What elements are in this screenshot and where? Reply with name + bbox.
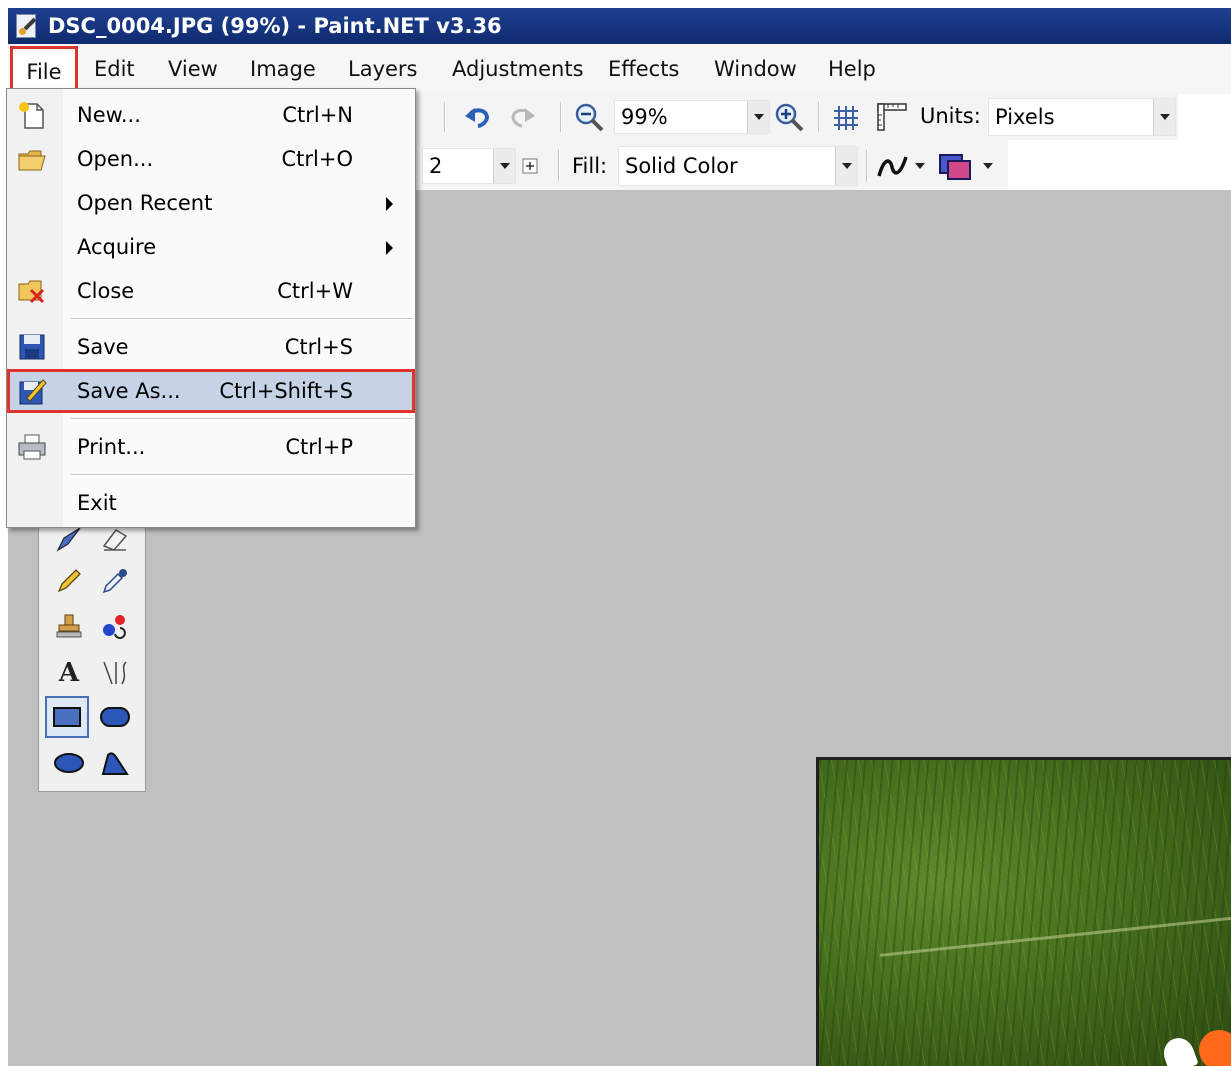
eraser-icon — [102, 529, 128, 551]
chevron-down-icon[interactable] — [747, 101, 769, 133]
ellipse-tool[interactable] — [47, 742, 91, 784]
menu-item-close[interactable]: Close Ctrl+W — [7, 269, 415, 313]
undo-icon[interactable] — [464, 104, 492, 130]
menu-image[interactable]: Image — [250, 56, 316, 82]
zoom-out-icon[interactable] — [574, 102, 606, 132]
tools-window: A — [38, 515, 146, 792]
grid-icon[interactable] — [832, 104, 860, 132]
file-menu-dropdown: New... Ctrl+N Open... Ctrl+O Open Recent… — [6, 88, 416, 528]
open-folder-icon — [18, 150, 46, 171]
recolor-tool[interactable] — [93, 606, 137, 648]
text-tool[interactable]: A — [47, 652, 91, 694]
ruler-icon[interactable] — [876, 102, 908, 132]
menu-effects[interactable]: Effects — [608, 56, 679, 82]
menu-item-save-as[interactable]: Save As... Ctrl+Shift+S — [7, 369, 415, 413]
menu-item-open[interactable]: Open... Ctrl+O — [7, 137, 415, 181]
units-combo[interactable]: Pixels — [988, 98, 1176, 136]
line-curve-tool[interactable] — [93, 652, 137, 694]
menu-item-open-recent[interactable]: Open Recent — [7, 181, 415, 225]
color-picker-tool[interactable] — [93, 560, 137, 602]
rectangle-icon — [53, 707, 81, 727]
chevron-down-icon[interactable] — [914, 162, 926, 170]
menu-item-exit[interactable]: Exit — [7, 481, 415, 525]
menu-separator — [71, 474, 413, 476]
title-bar: DSC_0004.JPG (99%) - Paint.NET v3.36 — [8, 8, 1231, 44]
toolbar-separator — [558, 150, 560, 182]
fill-combo[interactable]: Solid Color — [618, 146, 858, 186]
recolor-icon — [103, 615, 126, 639]
window-title: DSC_0004.JPG (99%) - Paint.NET v3.36 — [48, 14, 502, 38]
menu-separator — [71, 318, 413, 320]
menu-window[interactable]: Window — [714, 56, 797, 82]
menu-separator — [71, 418, 413, 420]
new-document-icon — [19, 102, 44, 129]
image-canvas[interactable] — [816, 757, 1231, 1066]
menu-item-print[interactable]: Print... Ctrl+P — [7, 425, 415, 469]
chevron-down-icon[interactable] — [835, 147, 857, 185]
clone-stamp-icon — [56, 614, 82, 638]
chevron-down-icon[interactable] — [1153, 99, 1175, 135]
ellipse-icon — [54, 753, 84, 773]
zoom-combo[interactable]: 99% — [614, 100, 770, 134]
brush-width-combo[interactable]: 2 — [422, 148, 516, 184]
printer-icon — [18, 434, 46, 460]
menu-bar: File Edit View Image Layers Adjustments … — [8, 44, 1231, 94]
menu-adjustments[interactable]: Adjustments — [452, 56, 584, 82]
menu-item-acquire[interactable]: Acquire — [7, 225, 415, 269]
shape-draw-type-icon[interactable] — [876, 152, 910, 182]
submenu-arrow-icon — [386, 241, 393, 255]
pencil-icon — [57, 569, 81, 593]
menu-item-new[interactable]: New... Ctrl+N — [7, 93, 415, 137]
eyedropper-icon — [102, 569, 127, 594]
units-value: Pixels — [995, 105, 1055, 129]
clone-stamp-tool[interactable] — [47, 606, 91, 648]
rounded-rectangle-tool[interactable] — [93, 696, 137, 738]
paintbrush-icon — [56, 527, 81, 552]
text-tool-icon: A — [58, 658, 80, 688]
save-as-icon — [19, 379, 47, 405]
toolbar-separator — [818, 102, 820, 132]
menu-help[interactable]: Help — [828, 56, 876, 82]
freeform-shape-tool[interactable] — [93, 742, 137, 784]
menu-item-save[interactable]: Save Ctrl+S — [7, 325, 415, 369]
rectangle-tool[interactable] — [45, 696, 89, 738]
menu-layers[interactable]: Layers — [348, 56, 418, 82]
menu-view[interactable]: View — [168, 56, 218, 82]
toolbar-separator — [866, 150, 868, 182]
zoom-value: 99% — [621, 105, 668, 129]
menu-file[interactable]: File — [10, 46, 78, 92]
submenu-arrow-icon — [386, 197, 393, 211]
rounded-rectangle-icon — [100, 707, 130, 727]
zoom-in-icon[interactable] — [774, 102, 806, 132]
close-folder-icon — [18, 280, 45, 304]
paint-net-app-icon — [14, 13, 40, 39]
fill-label: Fill: — [572, 154, 608, 178]
chevron-down-icon[interactable] — [493, 149, 515, 183]
toolbar-separator — [560, 102, 562, 132]
fill-mode-icon[interactable] — [936, 152, 976, 182]
chevron-down-icon[interactable] — [982, 162, 994, 170]
menu-edit[interactable]: Edit — [94, 56, 135, 82]
save-floppy-icon — [19, 334, 45, 360]
brush-width-value: 2 — [429, 154, 443, 178]
pencil-tool[interactable] — [47, 560, 91, 602]
redo-icon[interactable] — [508, 104, 536, 130]
units-label: Units: — [920, 104, 981, 128]
fill-value: Solid Color — [625, 154, 738, 178]
line-curve-icon — [103, 661, 127, 685]
antialias-toggle-icon[interactable] — [522, 158, 538, 174]
freeform-shape-icon — [101, 752, 129, 775]
toolbar-separator — [444, 102, 446, 132]
